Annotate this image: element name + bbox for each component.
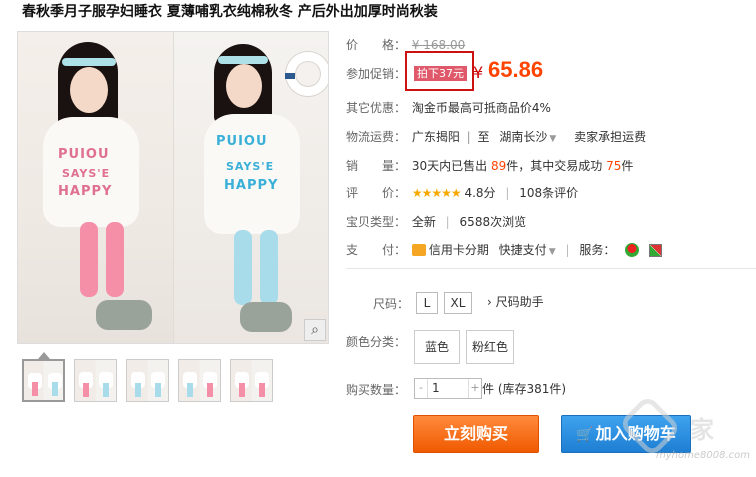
credit-card-icon [411,244,426,256]
payment-label: 支 付： [346,243,407,257]
buy-now-button[interactable]: 立刻购买 [413,415,539,453]
quick-pay-select[interactable]: 快捷支付 ▼ [499,243,556,257]
watermark-url: myhome8008.com [656,450,750,461]
credit-installment[interactable]: 信用卡分期 [411,243,489,257]
ship-from: 广东揭阳 [411,130,460,144]
guarantee-icon[interactable] [648,244,662,257]
quantity-decrease-button[interactable]: - [415,379,428,398]
promo-price: 65.86 [488,57,544,82]
promo-tag[interactable]: 拍下37元 [414,66,467,81]
thumbnail-strip [22,359,273,402]
payment-row: 支 付： 信用卡分期 快捷支付 ▼ | 服务： [346,240,662,260]
quantity-stepper: - 1 + [414,378,482,399]
ship-to-prefix: 至 [477,130,490,144]
sales-label: 销 量： [346,159,407,173]
watermark-word: 家 [690,416,714,444]
size-helper-link[interactable]: › 尺码助手 [487,293,544,310]
thumbnail-5[interactable] [230,359,273,402]
stock-info: 件 (库存381件) [482,382,567,396]
other-discount-value: 淘金币最高可抵商品价4% [411,101,551,115]
thumbnail-1[interactable] [22,359,65,402]
watermark: 家 myhome8008.com [618,394,750,470]
sales-suffix: 件 [621,159,634,173]
thumbnail-3[interactable] [126,359,169,402]
divider [346,268,756,269]
color-option-blue[interactable]: 蓝色 [414,330,460,364]
size-label: 尺码： [373,297,410,311]
other-discount-label: 其它优惠： [346,101,407,115]
magnifier-icon[interactable]: ⌕ [304,319,326,341]
thumbnail-2[interactable] [74,359,117,402]
house-logo-icon [618,394,682,458]
promo-row: 参加促销： [346,64,408,84]
model-photo-left: PUIOU SAYS'E HAPPY [18,32,173,343]
size-option-l[interactable]: L [416,292,438,314]
original-price: ¥ 168.00 [411,38,466,52]
promo-label: 参加促销： [346,67,407,81]
shipping-row: 物流运费： 广东揭阳 | 至 湖南长沙 ▼ 卖家承担运费 [346,127,646,147]
type-value: 全新 [411,215,436,229]
service-label: 服务： [579,243,616,257]
quantity-label: 购买数量： [346,383,407,397]
thumbnail-4[interactable] [178,359,221,402]
other-discount-row: 其它优惠： 淘金币最高可抵商品价4% [346,98,551,118]
rating-row: 评 价： ★★★★★ 4.8分 | 108条评价 [346,183,578,203]
rating-count-link[interactable]: 108条评价 [519,186,578,200]
chevron-down-icon: ▼ [549,134,557,144]
quantity-input[interactable]: 1 [432,380,440,397]
price-label: 价 格： [346,38,407,52]
sales-prefix: 30天内已售出 [411,159,488,173]
sales-row: 销 量： 30天内已售出 89件，其中交易成功 75件 [346,156,633,176]
type-label: 宝贝类型： [346,215,407,229]
rating-label: 评 价： [346,186,407,200]
chevron-down-icon: ▼ [548,247,556,257]
sales-count: 89 [490,159,507,173]
color-option-pink[interactable]: 粉红色 [466,330,514,364]
seven-day-return-icon[interactable] [625,243,640,257]
main-product-image[interactable]: PUIOU SAYS'E HAPPY PUIOU SAYS'E HAPPY ⌕ [17,31,329,344]
sales-success: 75 [606,159,622,173]
rating-score: 4.8分 [464,186,496,200]
currency-symbol: ¥ [473,63,484,82]
shipping-label: 物流运费： [346,130,407,144]
quantity-increase-button[interactable]: + [468,379,481,398]
view-count: 6588次浏览 [459,215,527,229]
cart-icon: 🛒 [576,427,594,443]
model-photo-right: PUIOU SAYS'E HAPPY [173,32,328,343]
sales-mid: 件，其中交易成功 [506,159,603,173]
rating-stars-icon: ★★★★★ [411,186,462,200]
thumb-pointer [38,352,50,359]
color-label: 颜色分类： [346,335,407,349]
ship-fee: 卖家承担运费 [574,130,647,144]
product-title: 春秋季月子服孕妇睡衣 夏薄哺乳衣纯棉秋冬 产后外出加厚时尚秋装 [22,4,438,20]
type-row: 宝贝类型： 全新 | 6588次浏览 [346,212,526,232]
size-option-xl[interactable]: XL [444,292,472,314]
ship-to-select[interactable]: 湖南长沙 ▼ [493,130,556,144]
